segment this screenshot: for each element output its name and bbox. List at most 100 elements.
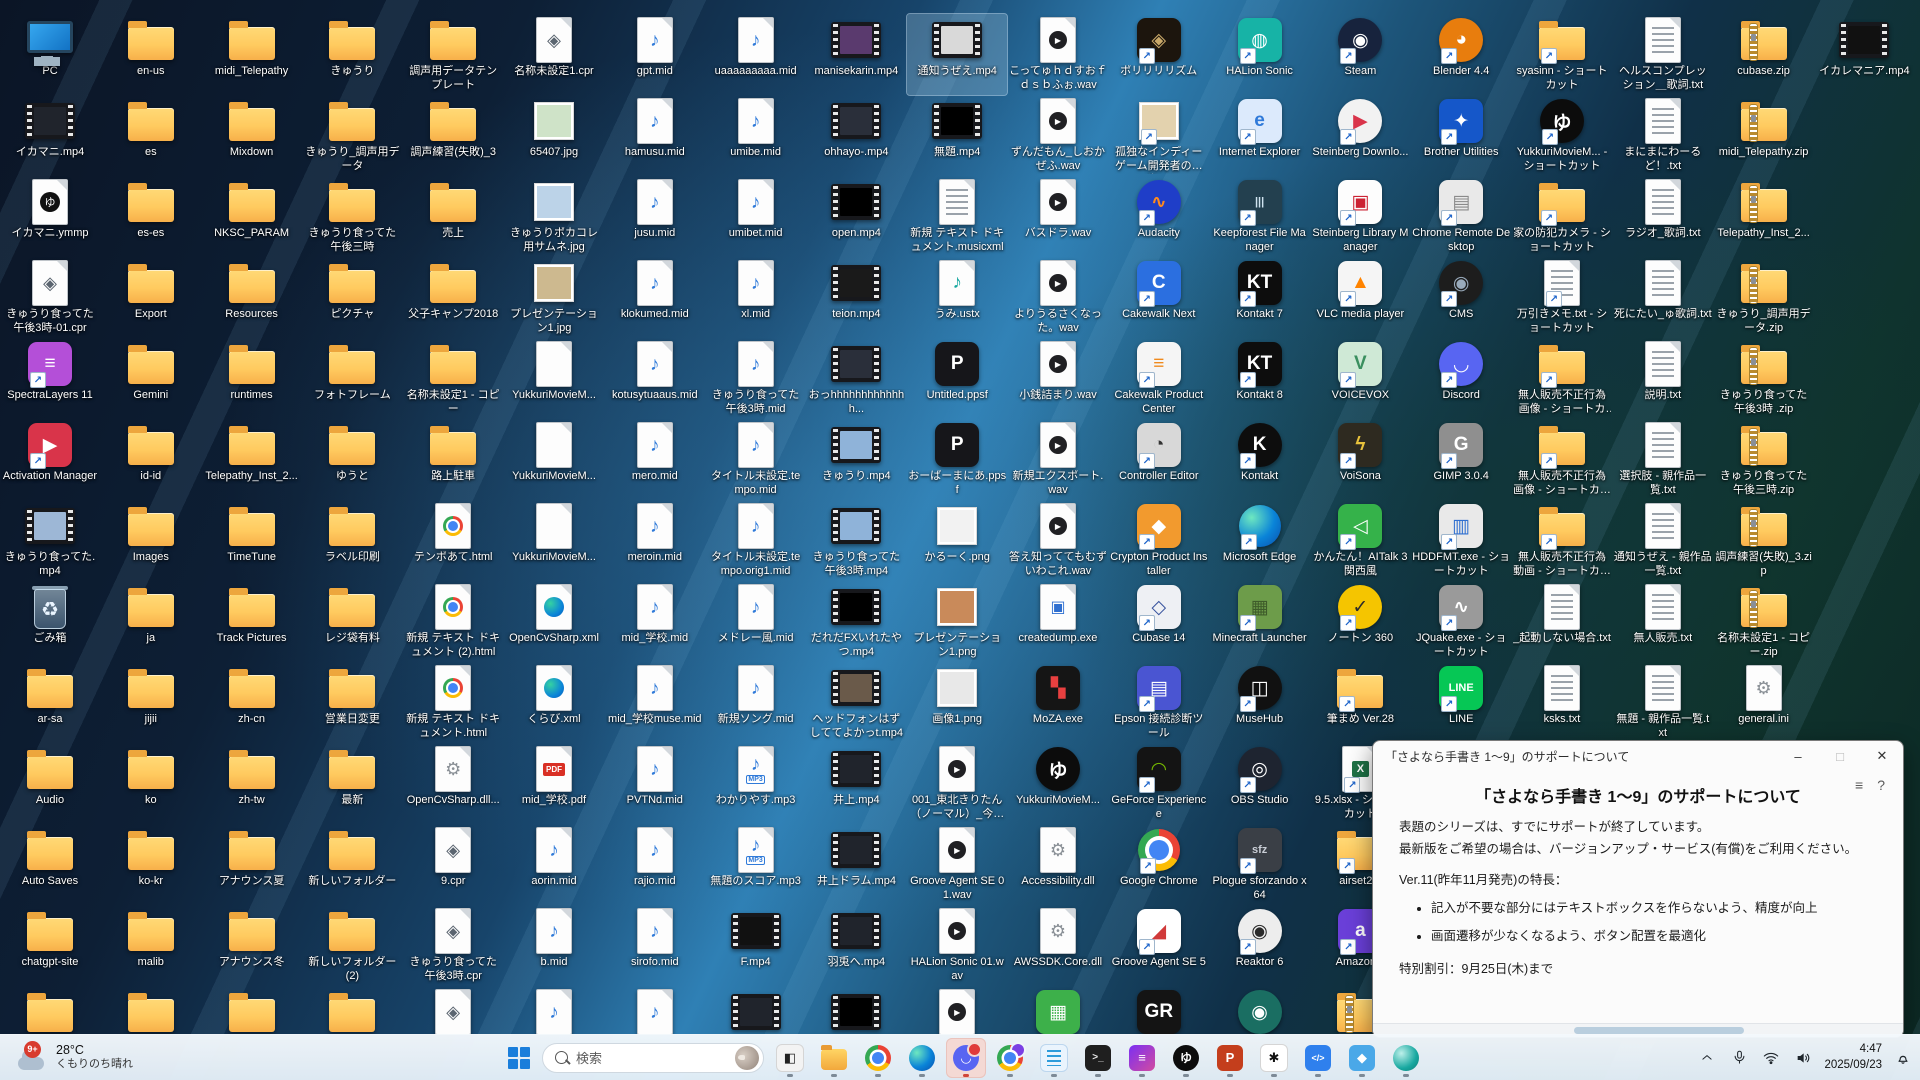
desktop-icon[interactable]: zh-tw — [202, 743, 302, 824]
desktop-icon[interactable]: ♪ — [605, 986, 705, 1035]
taskbar-app-yukkuri-movie-maker[interactable]: ゆ — [1166, 1038, 1206, 1078]
desktop-icon[interactable]: 名称未設定1 - コピー.zip — [1714, 581, 1814, 662]
taskbar-app-discord[interactable]: ◡ — [946, 1038, 986, 1078]
desktop-icon[interactable]: ♪タイトル未設定.tempo.mid — [706, 419, 806, 500]
desktop-icon[interactable]: Export — [101, 257, 201, 338]
desktop-icon[interactable]: manisekarin.mp4 — [806, 14, 906, 95]
desktop-icon[interactable]: ラジオ_歌詞.txt — [1613, 176, 1713, 257]
desktop-icon[interactable]: ゆYukkuriMovieM... — [1008, 743, 1108, 824]
desktop-icon[interactable]: ゆ↗YukkuriMovieM... - ショートカット — [1512, 95, 1612, 176]
desktop-icon[interactable]: ✦↗Brother Utilities — [1411, 95, 1511, 176]
desktop-icon[interactable]: F.mp4 — [706, 905, 806, 986]
maximize-button[interactable]: □ — [1819, 741, 1861, 771]
desktop-icon[interactable]: ♪kotusytuaaus.mid — [605, 338, 705, 419]
desktop-icon[interactable]: ⚙Accessibility.dll — [1008, 824, 1108, 905]
desktop-icon[interactable]: 通知うぜえ - 親作品一覧.txt — [1613, 500, 1713, 581]
microphone-icon[interactable] — [1728, 1043, 1750, 1073]
desktop-icon[interactable]: 調声用データテンプレート — [403, 14, 503, 95]
wifi-icon[interactable] — [1760, 1043, 1782, 1073]
desktop-icon[interactable]: PC — [0, 14, 100, 95]
desktop-icon[interactable]: ohhayo-.mp4 — [806, 95, 906, 176]
desktop-icon[interactable]: 最新 — [302, 743, 402, 824]
desktop-icon[interactable]: ♪PVTNd.mid — [605, 743, 705, 824]
desktop-icon[interactable]: 井上ドラム.mp4 — [806, 824, 906, 905]
desktop-icon[interactable]: Resources — [202, 257, 302, 338]
desktop-icon[interactable]: ♪uaaaaaaaaa.mid — [706, 14, 806, 95]
desktop-icon[interactable]: ♪タイトル未設定.tempo.orig1.mid — [706, 500, 806, 581]
desktop-icon[interactable]: ja — [101, 581, 201, 662]
notification-bell-icon[interactable] — [1892, 1043, 1914, 1073]
desktop-icon[interactable]: ♪umibe.mid — [706, 95, 806, 176]
desktop-icon[interactable]: 井上.mp4 — [806, 743, 906, 824]
desktop-icon[interactable]: ≡↗Cakewalk Product Center — [1109, 338, 1209, 419]
desktop-icon[interactable]: 説明.txt — [1613, 338, 1713, 419]
desktop-icon[interactable]: フォトフレーム — [302, 338, 402, 419]
desktop-icon[interactable]: 画像1.png — [907, 662, 1007, 743]
desktop-icon[interactable]: id-id — [101, 419, 201, 500]
desktop-icon[interactable]: ▶Groove Agent SE 01.wav — [907, 824, 1007, 905]
desktop-icon[interactable]: V↗VOICEVOX — [1310, 338, 1410, 419]
desktop-icon[interactable]: ↗Microsoft Edge — [1210, 500, 1310, 581]
desktop-icon[interactable]: ▶こってゅｈｄすおｆｄｓｂふぉ.wav — [1008, 14, 1108, 95]
desktop-icon[interactable]: ▶ずんだもん_しおかぜふ.wav — [1008, 95, 1108, 176]
desktop-icon[interactable]: ↗万引きメモ.txt - ショートカット — [1512, 257, 1612, 338]
taskbar-clock[interactable]: 4:47 2025/09/23 — [1824, 1042, 1882, 1073]
desktop-icon[interactable]: midi_Telepathy.zip — [1714, 95, 1814, 176]
desktop-icon[interactable]: ◈きゅうり食ってた午後3時-01.cpr — [0, 257, 100, 338]
minimize-button[interactable]: – — [1777, 741, 1819, 771]
weather-widget[interactable]: 9+ 28°C くもりのち晴れ — [8, 1038, 141, 1077]
desktop-icon[interactable]: PUntitled.ppsf — [907, 338, 1007, 419]
desktop-icon[interactable]: ∿↗Audacity — [1109, 176, 1209, 257]
desktop-icon[interactable]: ▶よりうるさくなった。wav — [1008, 257, 1108, 338]
scrollbar-thumb[interactable] — [1574, 1027, 1744, 1034]
desktop-icon[interactable]: _起動しない場合.txt — [1512, 581, 1612, 662]
desktop-icon[interactable]: ◎↗OBS Studio — [1210, 743, 1310, 824]
hidden-icons-chevron[interactable] — [1696, 1043, 1718, 1073]
desktop-icon[interactable]: ♪新規ソング.mid — [706, 662, 806, 743]
desktop-icon[interactable]: C↗Cakewalk Next — [1109, 257, 1209, 338]
desktop-icon[interactable]: ♪rajio.mid — [605, 824, 705, 905]
desktop-icon[interactable]: ϟ↗VoiSona — [1310, 419, 1410, 500]
desktop-icon[interactable]: イカマニ.mp4 — [0, 95, 100, 176]
desktop-icon[interactable]: ♪klokumed.mid — [605, 257, 705, 338]
taskbar-app-blue-app[interactable]: ◆ — [1342, 1038, 1382, 1078]
desktop-icon[interactable]: 羽兎へ.mp4 — [806, 905, 906, 986]
desktop-icon[interactable]: Audio — [0, 743, 100, 824]
desktop-icon[interactable]: ♪きゅうり食ってた午後3時.mid — [706, 338, 806, 419]
desktop-icon[interactable]: es — [101, 95, 201, 176]
desktop-icon[interactable]: ◁↗かんたん！AITalk 3 関西風 — [1310, 500, 1410, 581]
desktop-icon[interactable]: プレゼンテーション1.jpg — [504, 257, 604, 338]
desktop-icon[interactable] — [0, 986, 100, 1035]
desktop-icon[interactable]: きゅうり.mp4 — [806, 419, 906, 500]
desktop-icon[interactable]: ▚MoZA.exe — [1008, 662, 1108, 743]
desktop-icon[interactable]: ▶001_東北きりたん（ノーマル）_今じゃ... — [907, 743, 1007, 824]
desktop-icon[interactable]: 路上駐車 — [403, 419, 503, 500]
desktop-icon[interactable]: ↗孤独なインディーゲーム開発者の一生 ... — [1109, 95, 1209, 176]
desktop-icon[interactable]: ⚙general.ini — [1714, 662, 1814, 743]
desktop-icon[interactable]: es-es — [101, 176, 201, 257]
desktop-icon[interactable]: ▥↗HDDFMT.exe - ショートカット — [1411, 500, 1511, 581]
desktop-icon[interactable]: ゆイカマニ.ymmp — [0, 176, 100, 257]
taskbar-app-teal-swirl-app[interactable] — [1386, 1038, 1426, 1078]
dialog-titlebar[interactable]: 「さよなら手書き 1～9」のサポートについて – □ ✕ — [1373, 741, 1903, 771]
desktop-icon[interactable]: sfz↗Plogue sforzando x64 — [1210, 824, 1310, 905]
taskbar-app-terminal[interactable]: >_ — [1078, 1038, 1118, 1078]
desktop-icon[interactable]: きゅうり食ってた午後三時 — [302, 176, 402, 257]
desktop-icon[interactable]: TimeTune — [202, 500, 302, 581]
desktop-icon[interactable]: ◇↗Cubase 14 — [1109, 581, 1209, 662]
desktop-icon[interactable]: くらび.xml — [504, 662, 604, 743]
desktop-icon[interactable]: ko — [101, 743, 201, 824]
desktop-icon[interactable]: 名称未設定1 - コピー — [403, 338, 503, 419]
desktop-icon[interactable]: malib — [101, 905, 201, 986]
desktop-icon[interactable]: ▶HALion Sonic 01.wav — [907, 905, 1007, 986]
desktop-icon[interactable]: jijii — [101, 662, 201, 743]
desktop-icon[interactable]: Pおーばーまにあ.ppsf — [907, 419, 1007, 500]
desktop-icon[interactable]: teion.mp4 — [806, 257, 906, 338]
search-box[interactable]: 検索 — [542, 1043, 764, 1073]
desktop-icon[interactable] — [302, 986, 402, 1035]
desktop-icon[interactable]: ♪MP3わかりやす.mp3 — [706, 743, 806, 824]
desktop-icon[interactable]: きゅうり_調声用データ — [302, 95, 402, 176]
desktop-icon[interactable]: 無題.mp4 — [907, 95, 1007, 176]
desktop-icon[interactable]: ▤↗Epson 接続診断ツール — [1109, 662, 1209, 743]
desktop-icon[interactable]: ◈↗ポリリリリズム — [1109, 14, 1209, 95]
